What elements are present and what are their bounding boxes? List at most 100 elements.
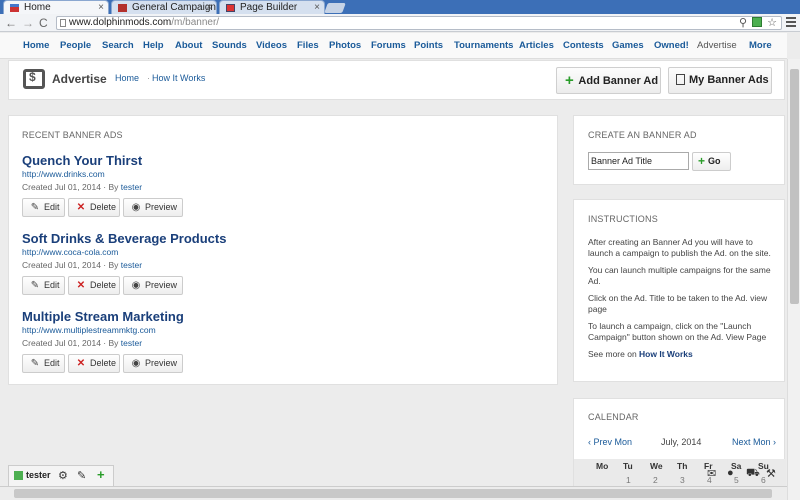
next-month-link[interactable]: Next Mon ›: [732, 437, 776, 447]
nav-item-more[interactable]: More: [749, 40, 772, 51]
nav-item-photos[interactable]: Photos: [329, 40, 361, 51]
nav-item-points[interactable]: Points: [414, 40, 443, 51]
browser-tabstrip: Home × General Campaign × Page Builder ×: [0, 0, 800, 14]
nav-item-help[interactable]: Help: [143, 40, 164, 51]
tab-close-icon[interactable]: ×: [314, 1, 320, 14]
delete-button[interactable]: ✕ Delete: [68, 198, 120, 217]
settings-gear-icon[interactable]: ⚙: [58, 469, 68, 482]
calendar-day[interactable]: 1: [626, 475, 631, 485]
new-tab-button[interactable]: [324, 3, 346, 13]
preview-button[interactable]: ◉ Preview: [123, 276, 183, 295]
page-title: Advertise: [52, 72, 107, 86]
nav-item-games[interactable]: Games: [612, 40, 644, 51]
nav-item-tournaments[interactable]: Tournaments: [454, 40, 513, 51]
cart-icon[interactable]: ⛟: [746, 467, 760, 481]
page-horizontal-scrollbar[interactable]: [0, 486, 787, 500]
scrollbar-thumb[interactable]: [14, 489, 772, 498]
tab-close-icon[interactable]: ×: [98, 1, 104, 14]
nav-item-articles[interactable]: Articles: [519, 40, 554, 51]
document-icon: [676, 74, 685, 85]
nav-item-contests[interactable]: Contests: [563, 40, 604, 51]
day-header: Th: [677, 461, 688, 471]
calendar-panel: CALENDAR ‹ Prev Mon July, 2014 Next Mon …: [573, 398, 786, 500]
by-label: By: [108, 260, 119, 270]
address-bar[interactable]: www.dolphinmods.com/m/banner/ ⚲ ☆: [56, 16, 782, 30]
browser-tab-home[interactable]: Home ×: [3, 0, 109, 14]
nav-item-search[interactable]: Search: [102, 40, 134, 51]
add-banner-ad-button[interactable]: + Add Banner Ad: [556, 67, 661, 94]
nav-item-files[interactable]: Files: [297, 40, 319, 51]
go-button[interactable]: + Go: [692, 152, 731, 171]
ad-created-date: Created Jul 01, 2014: [22, 338, 101, 348]
calendar-day[interactable]: 2: [653, 475, 658, 485]
ad-url-link[interactable]: http://www.multiplestreammktg.com: [22, 325, 522, 335]
zoom-icon[interactable]: ⚲: [739, 17, 747, 29]
tab-close-icon[interactable]: ×: [206, 1, 212, 14]
reload-icon[interactable]: C: [39, 16, 48, 30]
ad-title-link[interactable]: Soft Drinks & Beverage Products: [22, 231, 522, 246]
preview-button[interactable]: ◉ Preview: [123, 198, 183, 217]
username-link[interactable]: tester: [26, 470, 51, 480]
ad-title-link[interactable]: Quench Your Thirst: [22, 153, 522, 168]
ad-url-link[interactable]: http://www.drinks.com: [22, 169, 522, 179]
browser-tab-general-campaign[interactable]: General Campaign ×: [111, 0, 217, 14]
favicon-icon: [118, 4, 127, 12]
ad-url-link[interactable]: http://www.coca-cola.com: [22, 247, 522, 257]
page-vertical-scrollbar[interactable]: [787, 59, 800, 500]
scrollbar-thumb[interactable]: [790, 69, 799, 304]
back-arrow-icon[interactable]: ←: [5, 16, 17, 30]
nav-item-advertise[interactable]: Advertise: [697, 40, 737, 51]
add-plus-icon[interactable]: +: [97, 467, 105, 482]
delete-x-icon: ✕: [76, 280, 86, 291]
delete-label: Delete: [90, 202, 117, 212]
edit-icon[interactable]: ✎: [77, 469, 86, 482]
ad-author-link[interactable]: tester: [121, 182, 142, 192]
eye-icon: ◉: [131, 202, 141, 213]
preview-label: Preview: [145, 280, 178, 290]
user-icon[interactable]: ●: [727, 467, 734, 479]
edit-button[interactable]: ✎ Edit: [22, 354, 65, 373]
forward-arrow-icon[interactable]: →: [22, 16, 34, 30]
breadcrumb-home[interactable]: Home: [115, 73, 139, 83]
tab-label: General Campaign: [132, 2, 216, 13]
ad-meta: Created Jul 01, 2014 · By tester: [22, 260, 143, 270]
banner-ad-item: Multiple Stream Marketing http://www.mul…: [22, 309, 522, 373]
edit-label: Edit: [44, 358, 60, 368]
delete-button[interactable]: ✕ Delete: [68, 354, 120, 373]
calendar-day[interactable]: 5: [734, 475, 739, 485]
url-path: /m/banner/: [171, 17, 220, 28]
calendar-day[interactable]: 3: [680, 475, 685, 485]
ad-title-link[interactable]: Multiple Stream Marketing: [22, 309, 522, 324]
advertise-icon: [23, 69, 45, 89]
nav-item-about[interactable]: About: [175, 40, 202, 51]
prev-month-link[interactable]: ‹ Prev Mon: [588, 437, 632, 447]
see-more-text: See more on How It Works: [588, 349, 780, 360]
browser-menu-icon[interactable]: [786, 17, 796, 27]
preview-button[interactable]: ◉ Preview: [123, 354, 183, 373]
nav-item-forums[interactable]: Forums: [371, 40, 406, 51]
delete-label: Delete: [90, 280, 117, 290]
nav-item-people[interactable]: People: [60, 40, 91, 51]
nav-item-owned[interactable]: Owned!: [654, 40, 689, 51]
nav-item-home[interactable]: Home: [23, 40, 49, 51]
how-it-works-link[interactable]: How It Works: [639, 349, 693, 359]
ad-created-date: Created Jul 01, 2014: [22, 260, 101, 270]
browser-tab-page-builder[interactable]: Page Builder ×: [219, 0, 325, 14]
my-banner-ads-button[interactable]: My Banner Ads: [668, 67, 772, 94]
day-header: We: [650, 461, 663, 471]
extension-icon[interactable]: [752, 17, 763, 27]
breadcrumb-how-it-works[interactable]: How It Works: [152, 73, 205, 83]
edit-button[interactable]: ✎ Edit: [22, 276, 65, 295]
banner-ad-title-input[interactable]: [588, 152, 689, 170]
edit-button[interactable]: ✎ Edit: [22, 198, 65, 217]
banner-ad-item: Quench Your Thirst http://www.drinks.com…: [22, 153, 522, 217]
wrench-icon[interactable]: ⚒: [766, 467, 776, 480]
nav-item-videos[interactable]: Videos: [256, 40, 287, 51]
nav-item-sounds[interactable]: Sounds: [212, 40, 247, 51]
ad-author-link[interactable]: tester: [121, 338, 142, 348]
ad-author-link[interactable]: tester: [121, 260, 142, 270]
mail-icon[interactable]: ✉: [707, 467, 716, 480]
bookmark-star-icon[interactable]: ☆: [767, 17, 777, 29]
delete-button[interactable]: ✕ Delete: [68, 276, 120, 295]
calendar-month: July, 2014: [661, 437, 702, 447]
